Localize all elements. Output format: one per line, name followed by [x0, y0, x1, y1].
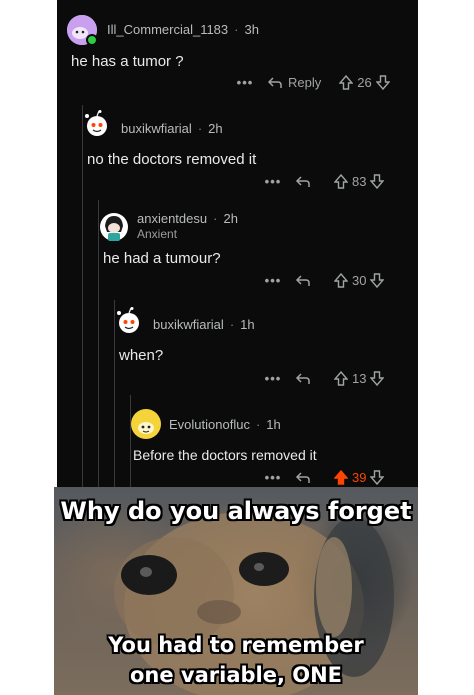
timestamp: 1h [266, 417, 281, 432]
comment-meta: anxientdesu · 2h [137, 211, 238, 226]
reply-button[interactable] [295, 274, 316, 288]
vote-score: 13 [352, 371, 367, 386]
meme-bottom-caption-line-2: one variable, ONE [129, 663, 343, 687]
reply-arrow-icon [295, 274, 310, 286]
comment-actions: ••• 83 [261, 174, 385, 189]
reply-button[interactable] [295, 175, 316, 189]
comment-meta: buxikwfiarial · 1h [153, 317, 255, 332]
more-options-icon[interactable]: ••• [261, 371, 285, 386]
separator: · [255, 417, 261, 432]
comment-5: Evolutionofluc · 1h Before the doctors r… [57, 395, 418, 487]
meme-bottom-caption-line-1: You had to remember [108, 633, 364, 657]
reddit-snoo-avatar-icon [85, 110, 107, 136]
username[interactable]: buxikwfiarial [121, 121, 192, 136]
comment-actions: ••• 13 [261, 371, 385, 386]
downvote-arrow-icon[interactable] [370, 273, 385, 288]
user-avatar[interactable] [99, 212, 128, 241]
comment-actions: ••• Reply 26 [233, 75, 390, 90]
reddit-snoo-avatar-icon [67, 15, 98, 46]
anime-avatar-icon [100, 213, 128, 241]
separator: · [197, 121, 203, 136]
user-avatar[interactable] [131, 409, 161, 439]
username[interactable]: anxientdesu [137, 211, 207, 226]
downvote-arrow-icon[interactable] [370, 174, 385, 189]
separator: · [234, 22, 239, 37]
reply-arrow-icon [295, 372, 310, 384]
more-options-icon[interactable]: ••• [261, 470, 285, 485]
vote-score: 30 [352, 273, 367, 288]
comment-meta: buxikwfiarial · 2h [121, 121, 223, 136]
username[interactable]: Evolutionofluc [169, 417, 250, 432]
timestamp: 2h [208, 121, 223, 136]
username[interactable]: Ill_Commercial_1183 [107, 22, 228, 37]
timestamp: 3h [244, 22, 259, 37]
reddit-snoo-avatar-icon [131, 409, 161, 439]
reply-arrow-icon [295, 175, 310, 187]
more-options-icon[interactable]: ••• [261, 273, 285, 288]
reply-button[interactable]: Reply [267, 75, 321, 90]
user-flair: Anxient [137, 227, 178, 241]
vote-controls: 13 [334, 371, 385, 386]
timestamp: 1h [240, 317, 255, 332]
reddit-snoo-avatar-icon [117, 307, 139, 333]
comment-text: Before the doctors removed it [133, 447, 317, 463]
user-avatar[interactable] [115, 307, 143, 335]
comment-text: he has a tumor ? [71, 53, 184, 70]
downvote-arrow-icon[interactable] [370, 470, 385, 485]
comment-2: buxikwfiarial · 2h no the doctors remove… [57, 100, 418, 200]
comment-meta: Ill_Commercial_1183 · 3h [107, 22, 259, 37]
vote-controls: 26 [339, 75, 390, 90]
downvote-arrow-icon[interactable] [375, 75, 390, 90]
reply-label: Reply [288, 75, 322, 90]
more-options-icon[interactable]: ••• [233, 75, 257, 90]
more-options-icon[interactable]: ••• [261, 174, 285, 189]
upvote-arrow-icon[interactable] [334, 273, 348, 288]
meme-image: Why do you always forget You had to reme… [54, 487, 418, 695]
meme-top-caption: Why do you always forget [60, 497, 412, 525]
vote-score: 26 [357, 75, 372, 90]
vote-controls: 39 [334, 470, 385, 485]
upvote-arrow-icon[interactable] [334, 174, 348, 189]
comment-actions: ••• 39 [261, 470, 385, 485]
user-avatar[interactable] [83, 110, 111, 138]
comment-text: no the doctors removed it [87, 151, 257, 168]
downvote-arrow-icon[interactable] [370, 371, 385, 386]
upvote-arrow-icon[interactable] [334, 470, 348, 485]
comment-text: he had a tumour? [103, 250, 221, 267]
vote-score: 83 [352, 174, 367, 189]
vote-score: 39 [352, 470, 367, 485]
separator: · [229, 317, 235, 332]
vote-controls: 30 [334, 273, 385, 288]
comment-actions: ••• 30 [261, 273, 385, 288]
upvote-arrow-icon[interactable] [334, 371, 348, 386]
username[interactable]: buxikwfiarial [153, 317, 224, 332]
reply-arrow-icon [267, 76, 282, 88]
comment-thread: Ill_Commercial_1183 · 3h he has a tumor … [57, 0, 418, 487]
upvote-arrow-icon[interactable] [339, 75, 354, 90]
user-avatar[interactable] [67, 15, 98, 46]
reply-arrow-icon [295, 471, 310, 483]
timestamp: 2h [223, 211, 238, 226]
reply-button[interactable] [295, 471, 316, 485]
separator: · [213, 211, 218, 226]
comment-meta: Evolutionofluc · 1h [169, 417, 281, 432]
comment-1: Ill_Commercial_1183 · 3h he has a tumor … [57, 0, 418, 100]
comment-text: when? [119, 347, 164, 364]
comment-4: buxikwfiarial · 1h when? ••• 13 [57, 300, 418, 395]
comment-3: anxientdesu · 2h Anxient he had a tumour… [57, 200, 418, 300]
reply-button[interactable] [295, 372, 316, 386]
vote-controls: 83 [334, 174, 385, 189]
